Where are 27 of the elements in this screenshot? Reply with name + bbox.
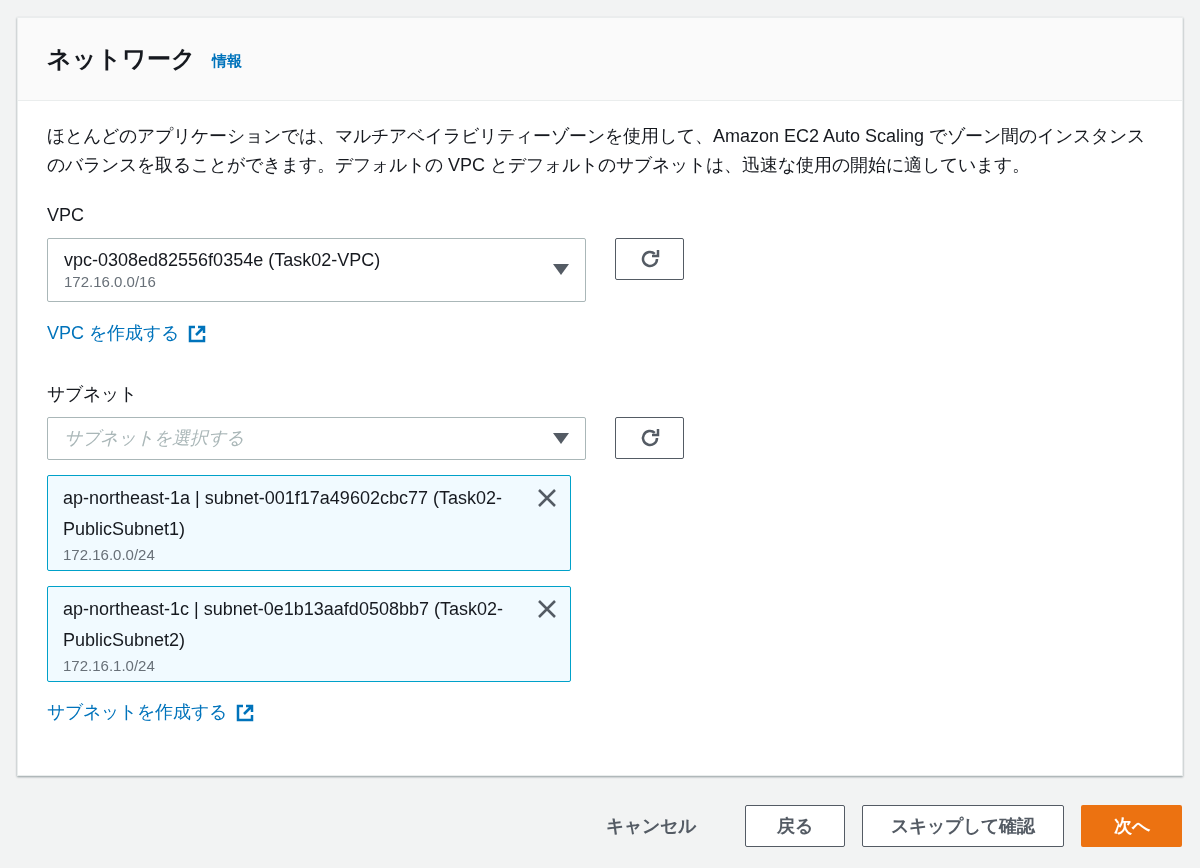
external-link-icon [187,323,207,344]
subnet-cidr: 172.16.0.0/24 [63,545,156,565]
vpc-label: VPC [47,204,85,227]
info-link[interactable]: 情報 [212,49,242,73]
external-link-icon [235,702,255,723]
footer-button[interactable]: 戻る [745,805,845,847]
close-icon [537,488,557,508]
create-vpc-link[interactable]: VPC を作成する [47,320,207,347]
vpc-select[interactable]: vpc-0308ed82556f0354e (Task02-VPC) 172.16.0.0/16 [47,238,586,302]
cancel-button[interactable]: キャンセル [584,805,718,847]
vpc-value: vpc-0308ed82556f0354e (Task02-VPC) [64,249,381,272]
caret-icon [553,432,569,445]
subnet-label: サブネット [47,383,138,406]
create-subnet-link[interactable]: サブネットを作成する [47,699,255,726]
close-icon [537,599,557,619]
subnet-name: ap-northeast-1c | subnet-0e1b13aafd0508bb7 (Task02-PublicSubnet2) [63,598,504,652]
subnet-cidr: 172.16.1.0/24 [63,656,156,676]
footer-button[interactable]: スキップして確認 [862,805,1064,847]
description-text: ほとんどのアプリケーションでは、マルチアベイラビリティーゾーンを使用して、Amazon EC2 Auto Scaling でゾーン間のインスタンスのバランスを取ることができます。デフォルトの VPC とデフォルトのサブネットは、迅速な使用の開始に適しています。 [47,125,1147,177]
section-title: ネットワーク [47,44,196,74]
vpc-cidr: 172.16.0.0/16 [64,272,157,292]
subnet-placeholder: サブネットを選択する [64,427,244,450]
refresh-button[interactable] [615,238,684,280]
caret-icon [553,264,569,276]
next-button[interactable]: 次へ [1081,805,1182,847]
subnet-name: ap-northeast-1a | subnet-001f17a49602cbc77 (Task02-PublicSubnet1) [63,487,503,541]
refresh-button[interactable] [615,417,684,459]
